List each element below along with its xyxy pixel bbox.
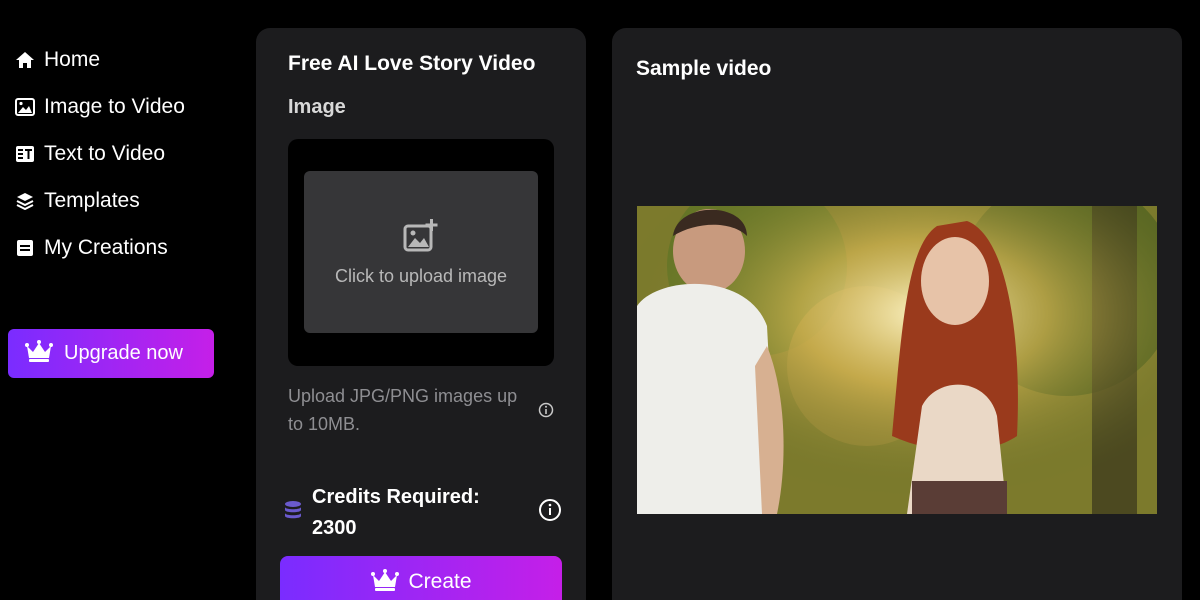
image-section-label: Image [288,96,346,118]
sidebar: Home Image to Video Text to Video Templa… [0,0,240,600]
upload-image-dropzone[interactable]: Click to upload image [304,171,538,333]
credits-required: Credits Required: 2300 [312,486,480,539]
panel-title: Free AI Love Story Video [288,52,536,75]
upgrade-label: Upgrade now [64,342,183,364]
crown-icon [24,340,54,367]
info-icon[interactable] [538,402,554,418]
sidebar-item-label: Home [44,47,101,71]
coin-icon [284,500,302,520]
sample-video[interactable] [637,206,1157,514]
home-icon [14,49,36,71]
sidebar-item-label: Text to Video [44,141,166,165]
sidebar-item-text-to-video[interactable]: Text to Video [14,130,185,177]
credits-info-icon[interactable] [538,498,562,522]
creations-icon [14,237,36,259]
image-icon [14,96,36,118]
sidebar-item-home[interactable]: Home [14,36,185,83]
generator-panel: Free AI Love Story Video Image Click to … [256,28,586,600]
sidebar-item-label: Templates [44,188,140,212]
text-video-icon [14,143,36,165]
sample-panel: Sample video [612,28,1182,600]
add-image-icon [403,218,439,252]
layers-icon [14,190,36,212]
create-button[interactable]: Create [280,556,562,600]
sidebar-item-image-to-video[interactable]: Image to Video [14,83,185,130]
sidebar-item-label: Image to Video [44,94,185,118]
create-label: Create [408,570,472,593]
sidebar-nav: Home Image to Video Text to Video Templa… [14,36,185,271]
crown-icon [370,568,400,596]
sample-title: Sample video [636,57,772,80]
upload-hint: Upload JPG/PNG images up to 10MB. [288,386,518,434]
sidebar-item-label: My Creations [44,235,168,259]
video-frame-illustration [637,206,1157,514]
upload-text: Click to upload image [334,265,508,286]
sidebar-item-templates[interactable]: Templates [14,177,185,224]
sidebar-item-my-creations[interactable]: My Creations [14,224,185,271]
upload-frame: Click to upload image [288,139,554,366]
upgrade-button[interactable]: Upgrade now [8,329,214,378]
